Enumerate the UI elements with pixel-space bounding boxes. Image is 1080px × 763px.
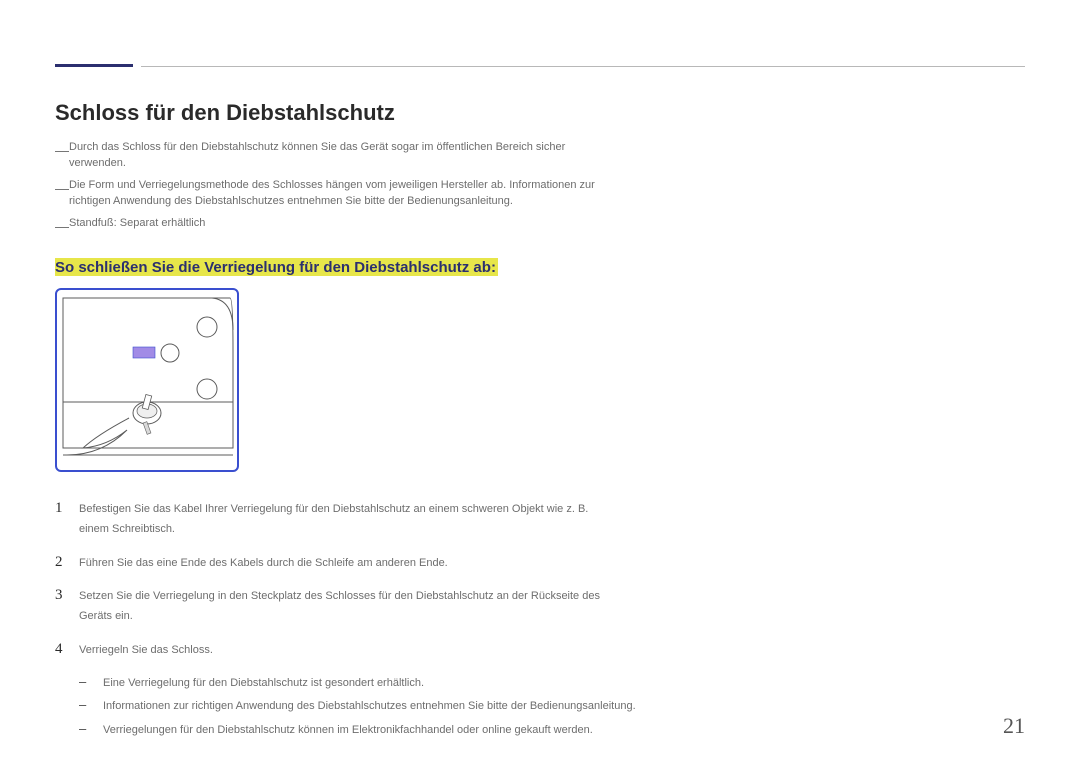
lock-diagram-svg: [57, 290, 241, 474]
lock-diagram: [55, 288, 239, 472]
header-rule: [55, 64, 1025, 67]
note-item: ― Standfuß: Separat erhältlich: [55, 216, 615, 236]
step-item: 2 Führen Sie das eine Ende des Kabels du…: [55, 554, 615, 574]
section-heading: Schloss für den Diebstahlschutz: [55, 100, 755, 126]
step-item: 3 Setzen Sie die Verriegelung in den Ste…: [55, 587, 615, 627]
sub-note-item: ‒ Verriegelungen für den Diebstahlschutz…: [79, 722, 639, 740]
note-text: Standfuß: Separat erhältlich: [69, 216, 205, 236]
note-text: Die Form und Verriegelungsmethode des Sc…: [69, 178, 615, 210]
step-number: 2: [55, 554, 79, 570]
main-content: Schloss für den Diebstahlschutz ― Durch …: [55, 100, 755, 746]
bullet-icon: ‒: [79, 722, 103, 735]
dash-icon: ―: [55, 178, 69, 210]
sub-note-text: Eine Verriegelung für den Diebstahlschut…: [103, 675, 424, 693]
step-text: Führen Sie das eine Ende des Kabels durc…: [79, 554, 448, 574]
step-text: Setzen Sie die Verriegelung in den Steck…: [79, 587, 615, 627]
accent-bar: [55, 64, 133, 67]
sub-note-item: ‒ Informationen zur richtigen Anwendung …: [79, 698, 639, 716]
sub-note-text: Verriegelungen für den Diebstahlschutz k…: [103, 722, 593, 740]
sub-heading: So schließen Sie die Verriegelung für de…: [55, 258, 498, 276]
step-number: 1: [55, 500, 79, 516]
step-text: Verriegeln Sie das Schloss.: [79, 641, 213, 661]
step-number: 3: [55, 587, 79, 603]
steps-list: 1 Befestigen Sie das Kabel Ihrer Verrieg…: [55, 500, 755, 661]
note-text: Durch das Schloss für den Diebstahlschut…: [69, 140, 615, 172]
step-item: 1 Befestigen Sie das Kabel Ihrer Verrieg…: [55, 500, 615, 540]
sub-note-text: Informationen zur richtigen Anwendung de…: [103, 698, 636, 716]
dash-icon: ―: [55, 216, 69, 236]
note-item: ― Durch das Schloss für den Diebstahlsch…: [55, 140, 615, 172]
note-item: ― Die Form und Verriegelungsmethode des …: [55, 178, 615, 210]
step-number: 4: [55, 641, 79, 657]
step-text: Befestigen Sie das Kabel Ihrer Verriegel…: [79, 500, 615, 540]
sub-note-item: ‒ Eine Verriegelung für den Diebstahlsch…: [79, 675, 639, 693]
bullet-icon: ‒: [79, 675, 103, 688]
bullet-icon: ‒: [79, 698, 103, 711]
page-number: 21: [1003, 713, 1025, 739]
dash-icon: ―: [55, 140, 69, 172]
divider-line: [141, 66, 1025, 67]
sub-notes-list: ‒ Eine Verriegelung für den Diebstahlsch…: [55, 675, 755, 740]
step-item: 4 Verriegeln Sie das Schloss.: [55, 641, 615, 661]
